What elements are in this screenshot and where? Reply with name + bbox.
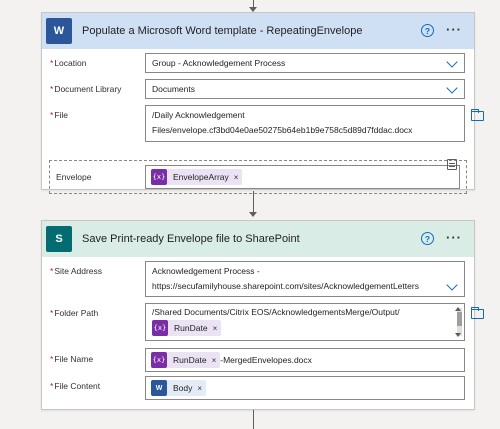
folder-path-label: *Folder Path	[50, 308, 99, 318]
folder-icon[interactable]	[471, 307, 484, 319]
flow-connector-bottom	[253, 410, 254, 429]
token-label: Body	[173, 383, 193, 393]
chevron-down-icon[interactable]	[446, 56, 458, 68]
expression-icon: {x}	[151, 352, 167, 368]
card-header[interactable]: W Populate a Microsoft Word template - R…	[42, 13, 474, 49]
token-label: RunDate	[174, 323, 208, 333]
file-path-line2: Files/envelope.cf3bd04e0ae50275b64eb1b9e…	[152, 125, 413, 135]
body-token[interactable]: W Body ×	[151, 380, 207, 396]
sharepoint-icon: S	[46, 226, 72, 252]
file-input[interactable]: /Daily Acknowledgement Files/envelope.cf…	[145, 105, 465, 142]
site-address-select[interactable]: Acknowledgement Process - https://secufa…	[145, 261, 465, 297]
location-select[interactable]: Group - Acknowledgement Process	[145, 53, 465, 73]
file-name-input[interactable]: {x} RunDate × -MergedEnvelopes.docx	[145, 348, 465, 372]
remove-token-icon[interactable]: ×	[212, 356, 217, 365]
file-name-suffix: -MergedEnvelopes.docx	[220, 355, 312, 365]
card-header[interactable]: S Save Print-ready Envelope file to Shar…	[42, 221, 474, 257]
scroll-down-icon[interactable]	[455, 333, 461, 337]
envelopearray-token[interactable]: {x} EnvelopeArray ×	[151, 169, 243, 185]
more-options-icon[interactable]: ···	[446, 22, 462, 37]
word-icon: W	[46, 18, 72, 44]
remove-token-icon[interactable]: ×	[234, 173, 239, 182]
location-label: *Location	[50, 58, 87, 68]
expression-icon: {x}	[152, 320, 168, 336]
scrollbar[interactable]	[455, 307, 462, 337]
document-library-label: *Document Library	[50, 84, 122, 94]
folder-icon[interactable]	[471, 109, 484, 121]
file-label: *File	[50, 110, 69, 120]
envelope-section: Envelope {x} EnvelopeArray ×	[49, 160, 467, 194]
folder-path-text: /Shared Documents/Citrix EOS/Acknowledge…	[152, 307, 400, 317]
chevron-down-icon[interactable]	[446, 82, 458, 94]
rundate-token[interactable]: {x} RunDate ×	[151, 352, 221, 368]
card-title: Save Print-ready Envelope file to ShareP…	[82, 233, 300, 245]
rundate-token[interactable]: {x} RunDate ×	[152, 320, 222, 336]
file-content-input[interactable]: W Body ×	[145, 376, 465, 400]
file-content-label: *File Content	[50, 381, 101, 391]
envelope-label: Envelope	[56, 172, 92, 182]
scrollbar-thumb[interactable]	[457, 312, 462, 326]
populate-word-template-card: W Populate a Microsoft Word template - R…	[41, 12, 484, 194]
token-label: RunDate	[173, 355, 207, 365]
help-icon[interactable]: ?	[421, 24, 434, 37]
table-switch-icon[interactable]	[447, 159, 457, 170]
file-path-line1: /Daily Acknowledgement	[152, 110, 245, 120]
flow-connector-middle	[253, 191, 254, 213]
save-to-sharepoint-card: S Save Print-ready Envelope file to Shar…	[41, 220, 484, 410]
help-icon[interactable]: ?	[421, 232, 434, 245]
card-title: Populate a Microsoft Word template - Rep…	[82, 25, 363, 37]
more-options-icon[interactable]: ···	[446, 230, 462, 245]
scroll-up-icon[interactable]	[455, 307, 461, 311]
token-label: EnvelopeArray	[173, 172, 229, 182]
folder-path-input[interactable]: /Shared Documents/Citrix EOS/Acknowledge…	[145, 303, 465, 341]
word-icon: W	[151, 380, 167, 396]
expression-icon: {x}	[151, 169, 167, 185]
remove-token-icon[interactable]: ×	[213, 324, 218, 333]
site-address-line1: Acknowledgement Process -	[152, 266, 260, 276]
remove-token-icon[interactable]: ×	[197, 384, 202, 393]
file-name-label: *File Name	[50, 354, 94, 364]
envelope-input[interactable]: {x} EnvelopeArray ×	[145, 165, 460, 189]
site-address-label: *Site Address	[50, 266, 103, 276]
flow-arrow-middle	[249, 212, 257, 217]
site-address-line2: https://secufamilyhouse.sharepoint.com/s…	[152, 281, 419, 291]
document-library-select[interactable]: Documents	[145, 79, 465, 99]
